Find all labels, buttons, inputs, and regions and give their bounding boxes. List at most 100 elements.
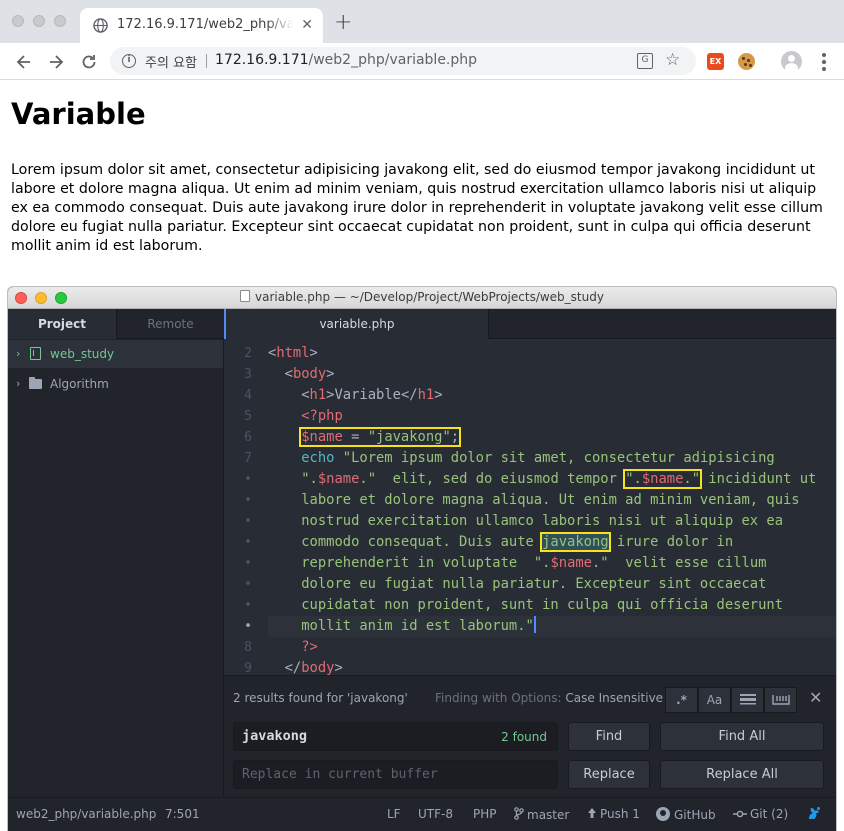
find-button[interactable]: Find bbox=[568, 722, 650, 751]
code-line: <html> bbox=[268, 345, 318, 361]
tree-item-algorithm[interactable]: › Algorithm bbox=[8, 370, 223, 398]
code-line: nostrud exercitation ullamco laboris nis… bbox=[268, 513, 783, 529]
find-result-description: 2 results found for 'javakong' bbox=[233, 691, 408, 705]
code-line: echo "Lorem ipsum dolor sit amet, consec… bbox=[301, 450, 775, 466]
window-minimize-button[interactable] bbox=[33, 15, 45, 27]
extension-ex-icon[interactable]: EX bbox=[707, 53, 724, 70]
find-all-button[interactable]: Find All bbox=[660, 722, 824, 751]
wrap-marker: • bbox=[244, 472, 252, 487]
info-icon[interactable]: i bbox=[122, 54, 136, 68]
code-line: labore et dolore magna aliqua. Ut enim a… bbox=[268, 492, 800, 508]
code-line: ?> bbox=[301, 639, 318, 655]
text-caret bbox=[533, 616, 536, 633]
tab-close-icon[interactable]: ✕ bbox=[301, 17, 313, 33]
find-close-icon[interactable]: ✕ bbox=[809, 688, 822, 707]
tab-project[interactable]: Project bbox=[8, 309, 116, 339]
replace-input[interactable]: Replace in current buffer bbox=[233, 760, 558, 789]
squirrel-update-icon[interactable] bbox=[806, 805, 822, 821]
regex-toggle-button[interactable]: .* bbox=[665, 687, 698, 713]
file-icon bbox=[240, 290, 251, 302]
tab-remote[interactable]: Remote bbox=[116, 309, 224, 339]
window-close-button[interactable] bbox=[12, 15, 24, 27]
wrap-marker: • bbox=[244, 577, 252, 592]
tree-view: Project Remote › web_study › Algorithm bbox=[8, 309, 224, 797]
status-grammar[interactable]: PHP bbox=[473, 807, 497, 821]
browser-tab[interactable]: 172.16.9.171/web2_php/variable.php ✕ bbox=[80, 8, 323, 43]
bookmark-star-icon[interactable]: ☆ bbox=[665, 50, 680, 70]
arrow-up-icon bbox=[588, 808, 596, 818]
editor-titlebar: variable.php — ~/Develop/Project/WebProj… bbox=[8, 287, 836, 309]
selection-only-toggle-button[interactable] bbox=[731, 687, 764, 713]
atom-editor-window: variable.php — ~/Develop/Project/WebProj… bbox=[8, 287, 836, 831]
tree-item-label: web_study bbox=[50, 347, 115, 361]
replace-button[interactable]: Replace bbox=[568, 760, 650, 789]
omnibox-divider bbox=[206, 54, 207, 68]
url-path: /web2_php/variable.php bbox=[308, 52, 478, 68]
browser-toolbar: i 주의 요함 172.16.9.171/web2_php/variable.p… bbox=[0, 43, 844, 80]
code-line: dolore eu fugiat nulla pariatur. Excepte… bbox=[268, 576, 767, 592]
line-number: 2 bbox=[244, 346, 252, 361]
new-tab-button[interactable]: + bbox=[334, 12, 352, 34]
wrap-marker: • bbox=[244, 556, 252, 571]
status-push[interactable]: Push 1 bbox=[587, 807, 640, 821]
editor-tabbar: variable.php bbox=[224, 309, 836, 339]
web-page-content: Variable Lorem ipsum dolor sit amet, con… bbox=[0, 81, 844, 281]
find-input-value: javakong bbox=[242, 728, 308, 744]
line-number: 5 bbox=[244, 409, 252, 424]
translate-icon[interactable]: G bbox=[637, 53, 653, 69]
highlight-box-concat: ".$name." bbox=[623, 469, 703, 489]
find-options-label: Finding with Options: Case Insensitive bbox=[435, 691, 664, 705]
status-bar: web2_php/variable.php 7:501 LF UTF-8 PHP… bbox=[8, 797, 836, 831]
code-line: commodo consequat. Duis aute javakong ir… bbox=[301, 532, 734, 552]
line-number-gutter: 2 3 4 5 6 7 • • • • • • • • 8 9 bbox=[224, 339, 264, 676]
tab-variable-php[interactable]: variable.php bbox=[224, 309, 489, 339]
security-label: 주의 요함 bbox=[145, 56, 197, 71]
profile-avatar[interactable] bbox=[781, 51, 802, 72]
chevron-right-icon: › bbox=[16, 377, 21, 390]
line-number: 6 bbox=[244, 430, 252, 445]
status-branch[interactable]: master bbox=[514, 807, 569, 822]
tree-item-label: Algorithm bbox=[50, 377, 109, 391]
reload-icon[interactable] bbox=[79, 52, 99, 72]
editor-pane: variable.php 2 3 4 5 6 7 • • • • • • • •… bbox=[224, 309, 836, 676]
search-match-highlight: javakong bbox=[540, 532, 611, 552]
tree-item-web-study[interactable]: › web_study bbox=[8, 340, 223, 368]
wrap-marker: • bbox=[244, 514, 252, 529]
code-line: ".$name." elit, sed do eiusmod tempor ".… bbox=[301, 469, 817, 489]
cookie-extension-icon[interactable] bbox=[738, 53, 755, 70]
code-line: <body> bbox=[284, 366, 335, 382]
status-line-ending[interactable]: LF bbox=[387, 807, 401, 821]
code-area[interactable]: <html> <body> <h1>Variable</h1> <?php $n… bbox=[268, 339, 836, 676]
selection-icon bbox=[739, 694, 756, 705]
chrome-menu-icon[interactable] bbox=[817, 52, 831, 72]
replace-all-button[interactable]: Replace All bbox=[660, 760, 824, 789]
line-number: 7 bbox=[244, 451, 252, 466]
case-sensitive-toggle-button[interactable]: Aa bbox=[698, 687, 731, 713]
code-line-current: mollit anim id est laborum." bbox=[268, 616, 536, 634]
find-and-replace-panel: 2 results found for 'javakong' Finding w… bbox=[224, 675, 836, 797]
code-line: cupidatat non proident, sunt in culpa qu… bbox=[268, 597, 783, 613]
whole-word-toggle-button[interactable] bbox=[764, 687, 797, 713]
window-zoom-button[interactable] bbox=[54, 15, 66, 27]
line-number: 3 bbox=[244, 367, 252, 382]
tab-title: 172.16.9.171/web2_php/variable.php bbox=[117, 17, 293, 32]
status-file-path[interactable]: web2_php/variable.php bbox=[16, 807, 156, 821]
address-bar[interactable]: i 주의 요함 172.16.9.171/web2_php/variable.p… bbox=[110, 47, 696, 75]
status-cursor-position[interactable]: 7:501 bbox=[165, 807, 200, 821]
wrap-marker: • bbox=[244, 493, 252, 508]
wrap-marker: • bbox=[244, 598, 252, 613]
page-heading: Variable bbox=[11, 97, 146, 131]
find-match-count: 2 found bbox=[501, 730, 547, 744]
forward-arrow-icon[interactable] bbox=[46, 52, 66, 72]
github-icon bbox=[656, 807, 670, 821]
status-github[interactable]: GitHub bbox=[656, 807, 716, 822]
status-encoding[interactable]: UTF-8 bbox=[418, 807, 453, 821]
find-input[interactable]: javakong 2 found bbox=[233, 722, 558, 751]
whole-word-icon bbox=[771, 695, 790, 705]
url-text[interactable]: 172.16.9.171/web2_php/variable.php bbox=[215, 52, 477, 68]
git-branch-icon bbox=[514, 807, 524, 820]
status-git[interactable]: Git (2) bbox=[733, 807, 788, 821]
wrap-marker-current: • bbox=[244, 619, 252, 634]
back-arrow-icon[interactable] bbox=[14, 52, 34, 72]
git-commit-icon bbox=[733, 810, 747, 818]
